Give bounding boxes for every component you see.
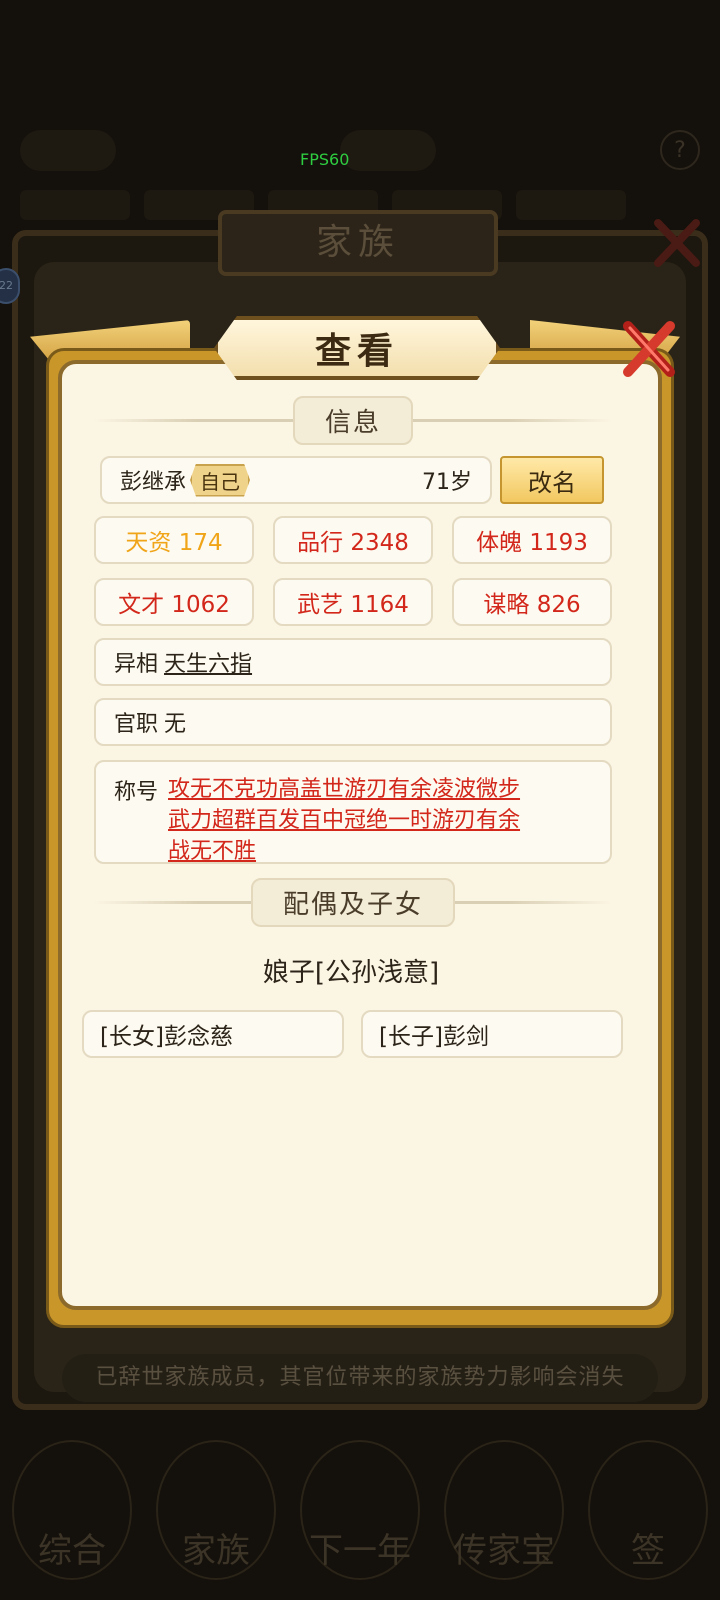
- office-label: 官职: [114, 712, 159, 737]
- office-value: 无: [164, 712, 187, 737]
- stat-conduct: 品行 2348: [273, 516, 433, 564]
- background-resource-pill: [340, 129, 436, 171]
- feature-row: 异相 天生六指: [94, 638, 612, 686]
- rename-button[interactable]: 改名: [500, 456, 604, 504]
- child-entry[interactable]: [长女]彭念慈: [82, 1010, 344, 1058]
- close-icon[interactable]: [620, 316, 678, 380]
- honor-titles-line[interactable]: 武力超群百发百中冠绝一时游刃有余: [168, 805, 568, 836]
- stat-talent: 天资 174: [94, 516, 254, 564]
- help-icon: ?: [660, 130, 700, 170]
- view-modal-title: 查看: [214, 316, 500, 380]
- spouse-entry[interactable]: 娘子[公孙浅意]: [258, 950, 444, 990]
- info-section-header: 信息: [94, 395, 612, 445]
- background-bottom-nav: 综合 家族 下一年 传家宝 签: [0, 1430, 720, 1600]
- character-name: 彭继承: [120, 470, 187, 495]
- honor-titles-list[interactable]: 攻无不克功高盖世游刃有余凌波微步 武力超群百发百中冠绝一时游刃有余 战无不胜: [168, 774, 568, 864]
- nav-heirloom: 传家宝: [444, 1440, 564, 1580]
- child-entry[interactable]: [长子]彭剑: [361, 1010, 623, 1058]
- office-row: 官职 无: [94, 698, 612, 746]
- character-age: 71岁: [422, 470, 472, 495]
- background-top-bar: ?: [0, 120, 720, 180]
- self-tag: 自己: [190, 463, 251, 497]
- feature-label: 异相: [114, 652, 159, 677]
- stat-physique: 体魄 1193: [452, 516, 612, 564]
- family-close-icon: [654, 219, 700, 267]
- side-badge: 22: [0, 268, 20, 304]
- nav-family: 家族: [156, 1440, 276, 1580]
- background-resource-pill: [20, 129, 116, 171]
- info-section-label: 信息: [292, 395, 413, 445]
- honor-titles-line[interactable]: 战无不胜: [168, 836, 568, 867]
- feature-value-link[interactable]: 天生六指: [164, 646, 252, 678]
- stat-strategy: 谋略 826: [452, 578, 612, 626]
- fps-counter: FPS60: [300, 150, 350, 169]
- honor-titles-line[interactable]: 攻无不克功高盖世游刃有余凌波微步: [168, 774, 568, 805]
- nav-next-year: 下一年: [300, 1440, 420, 1580]
- nav-sign: 签: [588, 1440, 708, 1580]
- honor-title-row: 称号 攻无不克功高盖世游刃有余凌波微步 武力超群百发百中冠绝一时游刃有余 战无不…: [94, 760, 612, 864]
- deceased-member-note: 已辞世家族成员，其官位带来的家族势力影响会消失: [62, 1354, 658, 1402]
- honor-title-label: 称号: [114, 780, 159, 805]
- stat-literary: 文才 1062: [94, 578, 254, 626]
- family-panel-title: 家族: [218, 210, 498, 276]
- family-section-label: 配偶及子女: [250, 877, 455, 927]
- family-section-header: 配偶及子女: [94, 877, 612, 927]
- nav-general: 综合: [12, 1440, 132, 1580]
- stat-martial: 武艺 1164: [273, 578, 433, 626]
- character-name-box: 彭继承 自己 71岁: [100, 456, 492, 504]
